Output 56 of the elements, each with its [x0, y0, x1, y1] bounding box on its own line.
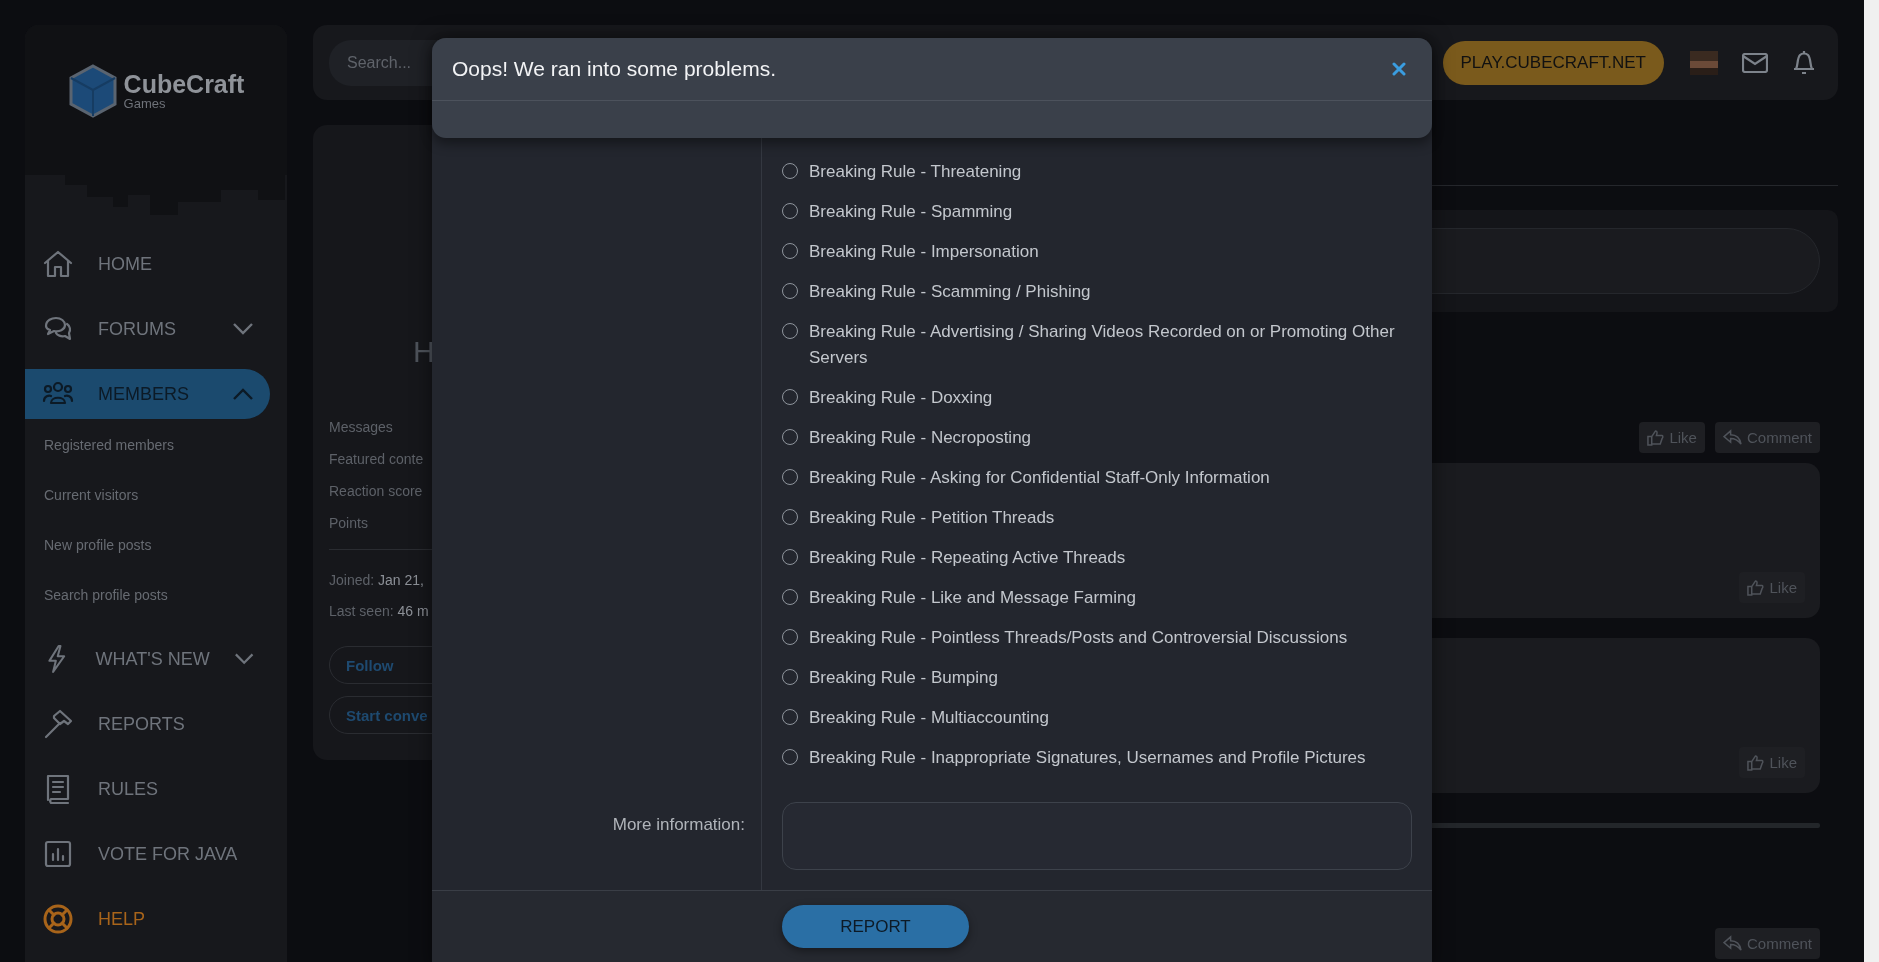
reply-arrow-icon	[1722, 935, 1742, 952]
radio-option[interactable]: Breaking Rule - Asking for Confidential Staff-Only Information	[782, 458, 1412, 498]
radio-option[interactable]: Breaking Rule - Multiaccounting	[782, 698, 1412, 738]
meta-value: 46 m	[397, 603, 429, 619]
nav-item[interactable]: HOME	[25, 239, 270, 289]
reply-arrow-icon	[1722, 429, 1742, 446]
field-label: More information:	[612, 815, 745, 836]
profile-name: H	[413, 335, 436, 370]
radio-option[interactable]: Breaking Rule - Threatening	[782, 152, 1412, 192]
stat-label: Messages	[329, 418, 394, 437]
chart-icon	[42, 838, 74, 870]
thumbs-up-icon	[1647, 429, 1665, 446]
thumbs-up-icon	[1747, 579, 1765, 596]
submenu-link[interactable]: Search profile posts	[25, 570, 287, 620]
cube-logo-icon	[67, 64, 118, 118]
radio-option[interactable]: Breaking Rule - Necroposting	[782, 418, 1412, 458]
stat-label: Reaction score	[329, 482, 424, 501]
logo-name: CubeCraft	[123, 71, 245, 97]
radio-option[interactable]: Breaking Rule - Doxxing	[782, 378, 1412, 418]
radio-option[interactable]: Breaking Rule - Inappropriate Signatures, Usernames and Profile Pictures	[782, 738, 1412, 778]
home-icon	[42, 248, 74, 280]
help-icon	[42, 903, 74, 935]
server-address-button[interactable]: PLAY.CUBECRAFT.NET	[1442, 40, 1664, 85]
stat-label: Points	[329, 514, 369, 533]
report-button[interactable]: REPORT	[782, 905, 969, 948]
nav-item[interactable]: RULES	[25, 764, 270, 814]
nav-item[interactable]: WHAT'S NEW	[25, 634, 270, 684]
radio-option[interactable]: Breaking Rule - Repeating Active Threads	[782, 538, 1412, 578]
nav-item[interactable]: REPORTS	[25, 699, 270, 749]
logo-subtitle: Games	[123, 97, 167, 111]
nav-item[interactable]: MEMBERS	[25, 369, 270, 419]
submenu-link[interactable]: Registered members	[25, 420, 287, 470]
submenu-link[interactable]: New profile posts	[25, 520, 287, 570]
submenu-link[interactable]: Current visitors	[25, 470, 287, 520]
stat-label: Featured conte	[329, 450, 425, 469]
radio-option[interactable]: Breaking Rule - Impersonation	[782, 232, 1412, 272]
radio-option[interactable]: Breaking Rule - Spamming	[782, 192, 1412, 232]
radio-option[interactable]: Breaking Rule - Like and Message Farming	[782, 578, 1412, 618]
bell-icon[interactable]	[1792, 49, 1816, 76]
more-information-field[interactable]	[782, 802, 1412, 870]
radio-option[interactable]: Breaking Rule - Advertising / Sharing Videos Recorded on or Promoting Other Servers	[782, 312, 1412, 378]
meta-label: Joined:	[329, 572, 375, 588]
meta-label: Last seen:	[329, 603, 394, 619]
radio-option[interactable]: Breaking Rule - Bumping	[782, 658, 1412, 698]
mail-icon[interactable]	[1742, 52, 1768, 73]
nav-item[interactable]: FORUMS	[25, 304, 270, 354]
radio-option[interactable]: Breaking Rule - Scamming / Phishing	[782, 272, 1412, 312]
thumbs-up-icon	[1747, 754, 1765, 771]
nav-item[interactable]: VOTE FOR JAVA	[25, 829, 270, 879]
hammer-icon	[42, 708, 74, 740]
close-icon[interactable]	[1392, 62, 1406, 76]
radio-option[interactable]: Breaking Rule - Petition Threads	[782, 498, 1412, 538]
scrollbar[interactable]	[1864, 0, 1879, 962]
nav-item[interactable]: HELP	[25, 894, 270, 944]
meta-value: Jan 21,	[378, 572, 424, 588]
radio-option[interactable]: Breaking Rule - Pointless Threads/Posts and Controversial Discussions	[782, 618, 1412, 658]
